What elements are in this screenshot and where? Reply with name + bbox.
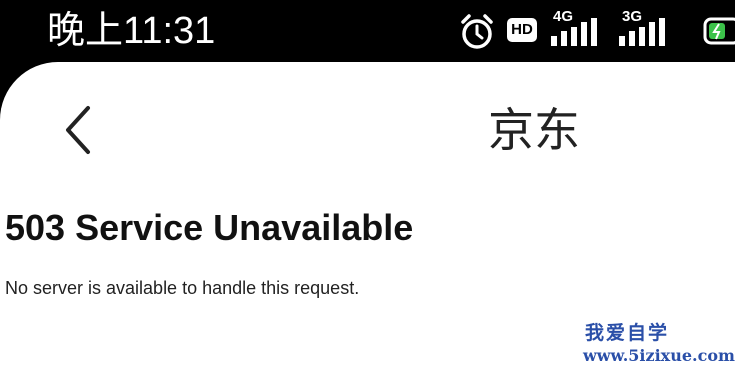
alarm-icon (457, 12, 497, 57)
signal-icon (549, 16, 611, 53)
hd-icon: HD (507, 18, 537, 42)
page-title: 京东 (488, 103, 580, 157)
status-icons: HD 4G 3G (445, 8, 735, 53)
signal-icon (617, 16, 679, 53)
content-card: 京东 503 Service Unavailable No server is … (0, 62, 735, 369)
error-heading: 503 Service Unavailable (5, 207, 414, 248)
battery-icon (703, 16, 735, 51)
watermark-url: www.5izixue.com (583, 346, 735, 365)
error-message: No server is available to handle this re… (5, 278, 360, 298)
phone-screen: 晚上11:31 HD 4G 3G 京东 503 Service Unavaila… (0, 0, 735, 369)
status-time: 晚上11:31 (47, 10, 216, 52)
back-button[interactable] (60, 102, 100, 158)
status-bar: 晚上11:31 HD 4G 3G (0, 0, 735, 62)
watermark-text: 我爱自学 (585, 322, 670, 344)
chevron-left-icon (66, 106, 90, 154)
